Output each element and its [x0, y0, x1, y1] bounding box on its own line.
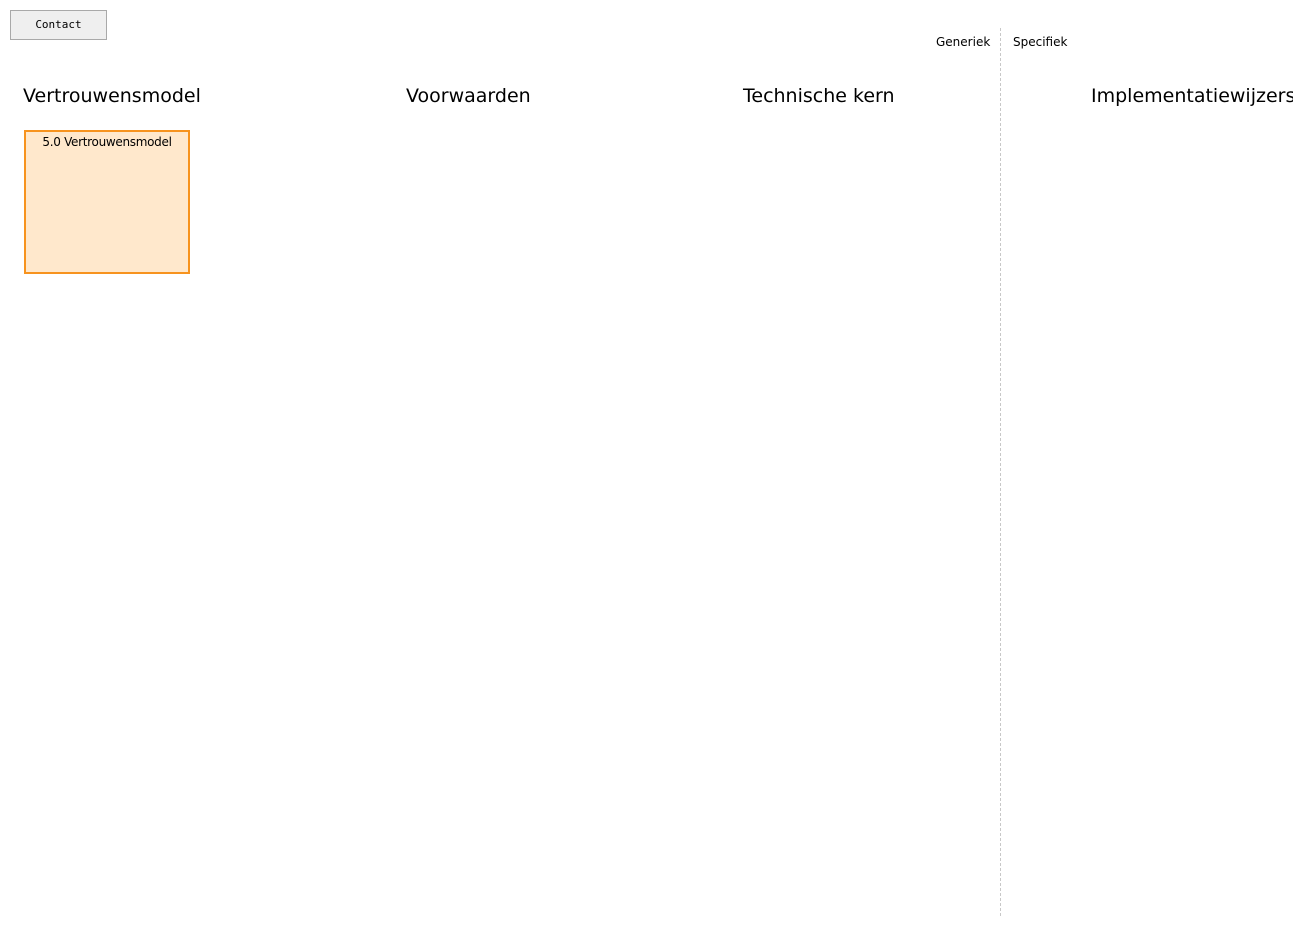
- column-heading-technische-kern: Technische kern: [743, 85, 895, 107]
- column-heading-vertrouwensmodel: Vertrouwensmodel: [23, 85, 201, 107]
- zone-label-specific: Specifiek: [1013, 35, 1068, 49]
- module-card-title: 5.0 Vertrouwensmodel: [42, 135, 172, 149]
- column-heading-implementatiewijzers: Implementatiewijzers: [1091, 85, 1293, 107]
- zone-label-generic: Generiek: [936, 35, 991, 49]
- column-heading-voorwaarden: Voorwaarden: [406, 85, 531, 107]
- zone-divider: [1000, 28, 1001, 916]
- module-card-vertrouwensmodel[interactable]: 5.0 Vertrouwensmodel: [24, 130, 190, 274]
- contact-button[interactable]: Contact: [10, 10, 107, 40]
